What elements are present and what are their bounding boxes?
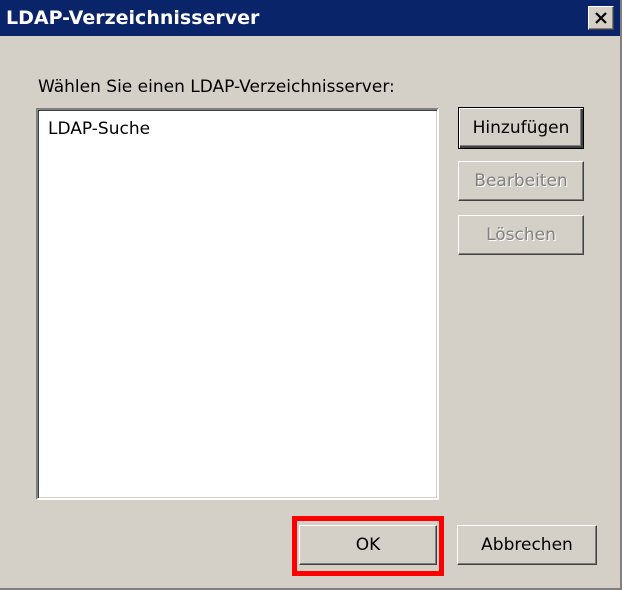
- title-bar[interactable]: LDAP-Verzeichnisserver: [0, 0, 620, 36]
- close-button[interactable]: [588, 6, 614, 30]
- add-button[interactable]: Hinzufügen: [458, 107, 584, 149]
- server-listbox[interactable]: LDAP-Suche: [36, 108, 439, 500]
- cancel-button[interactable]: Abbrechen: [457, 525, 597, 565]
- delete-button[interactable]: Löschen: [458, 215, 584, 255]
- ok-button[interactable]: OK: [299, 525, 437, 565]
- ldap-server-dialog: LDAP-Verzeichnisserver Wählen Sie einen …: [0, 0, 622, 590]
- list-item[interactable]: LDAP-Suche: [48, 118, 150, 140]
- edit-button[interactable]: Bearbeiten: [458, 161, 584, 201]
- window-title: LDAP-Verzeichnisserver: [6, 7, 260, 29]
- server-list-label: Wählen Sie einen LDAP-Verzeichnisserver:: [38, 77, 395, 97]
- close-icon: [595, 12, 607, 24]
